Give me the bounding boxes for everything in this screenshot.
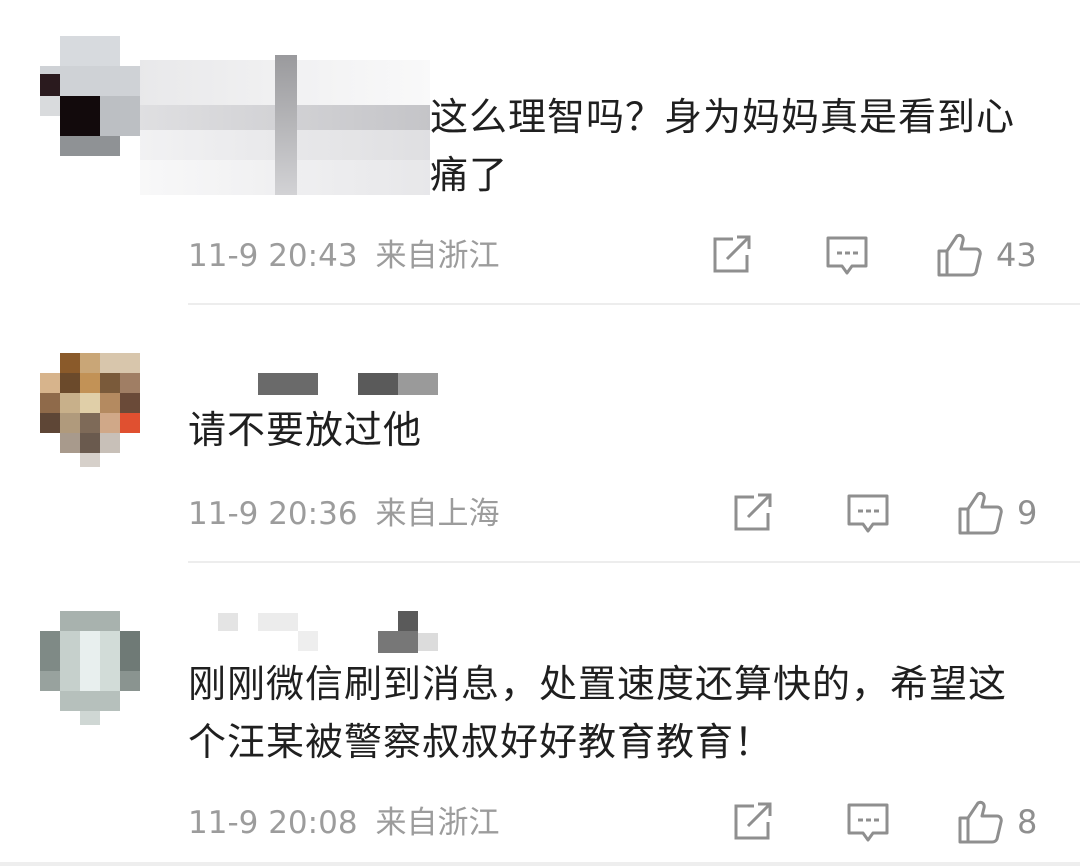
comment-location: 来自上海 (375, 496, 500, 532)
reply-button[interactable] (846, 802, 890, 844)
comment-icon (846, 802, 890, 844)
bottom-edge (0, 862, 1080, 866)
reply-button[interactable] (825, 235, 869, 277)
avatar[interactable] (40, 611, 140, 731)
comment-text: 请不要放过他 (188, 408, 423, 452)
comment-time: 11-9 20:43 (188, 238, 358, 274)
like-count: 43 (996, 236, 1037, 274)
comment-item: 刚刚微信刷到消息，处置速度还算快的，希望这个汪某被警察叔叔好好教育教育！ 11-… (0, 563, 1080, 862)
like-count: 9 (1017, 494, 1038, 532)
comment-location: 来自浙江 (375, 805, 500, 841)
share-button[interactable] (732, 802, 774, 842)
comment-location: 来自浙江 (375, 238, 500, 274)
comment-time: 11-9 20:36 (188, 496, 358, 532)
like-button[interactable]: 9 (957, 490, 1037, 536)
comment-item: 请不要放过他 11-9 20:36 来自上海 9 (0, 305, 1080, 563)
avatar[interactable] (40, 36, 140, 156)
comment-text: 刚刚微信刷到消息，处置速度还算快的，希望这个汪某被警察叔叔好好教育教育！ (188, 662, 1008, 764)
comment-meta: 11-9 20:36 来自上海 (188, 494, 500, 534)
comment-meta: 11-9 20:43 来自浙江 (188, 236, 500, 276)
share-button[interactable] (732, 493, 774, 533)
comment-icon (846, 493, 890, 535)
comment-time: 11-9 20:08 (188, 805, 358, 841)
comment-list: 这么理智吗？身为妈妈真是看到心痛了 11-9 20:43 来自浙江 43 请不要… (0, 0, 1080, 866)
comment-meta: 11-9 20:08 来自浙江 (188, 803, 500, 843)
comment-icon (825, 235, 869, 277)
like-count: 8 (1017, 803, 1038, 841)
share-button[interactable] (711, 235, 753, 275)
reply-button[interactable] (846, 493, 890, 535)
share-icon (732, 802, 774, 842)
comment-item: 这么理智吗？身为妈妈真是看到心痛了 11-9 20:43 来自浙江 43 (0, 0, 1080, 305)
thumbs-up-icon (957, 490, 1003, 536)
like-button[interactable]: 43 (936, 232, 1037, 278)
like-button[interactable]: 8 (957, 799, 1037, 845)
share-icon (732, 493, 774, 533)
share-icon (711, 235, 753, 275)
thumbs-up-icon (936, 232, 982, 278)
avatar[interactable] (40, 353, 140, 473)
redacted-username (140, 50, 430, 200)
comment-text: 这么理智吗？身为妈妈真是看到心痛了 (430, 95, 1016, 197)
thumbs-up-icon (957, 799, 1003, 845)
redacted-username (258, 373, 438, 395)
redacted-username (218, 611, 438, 655)
